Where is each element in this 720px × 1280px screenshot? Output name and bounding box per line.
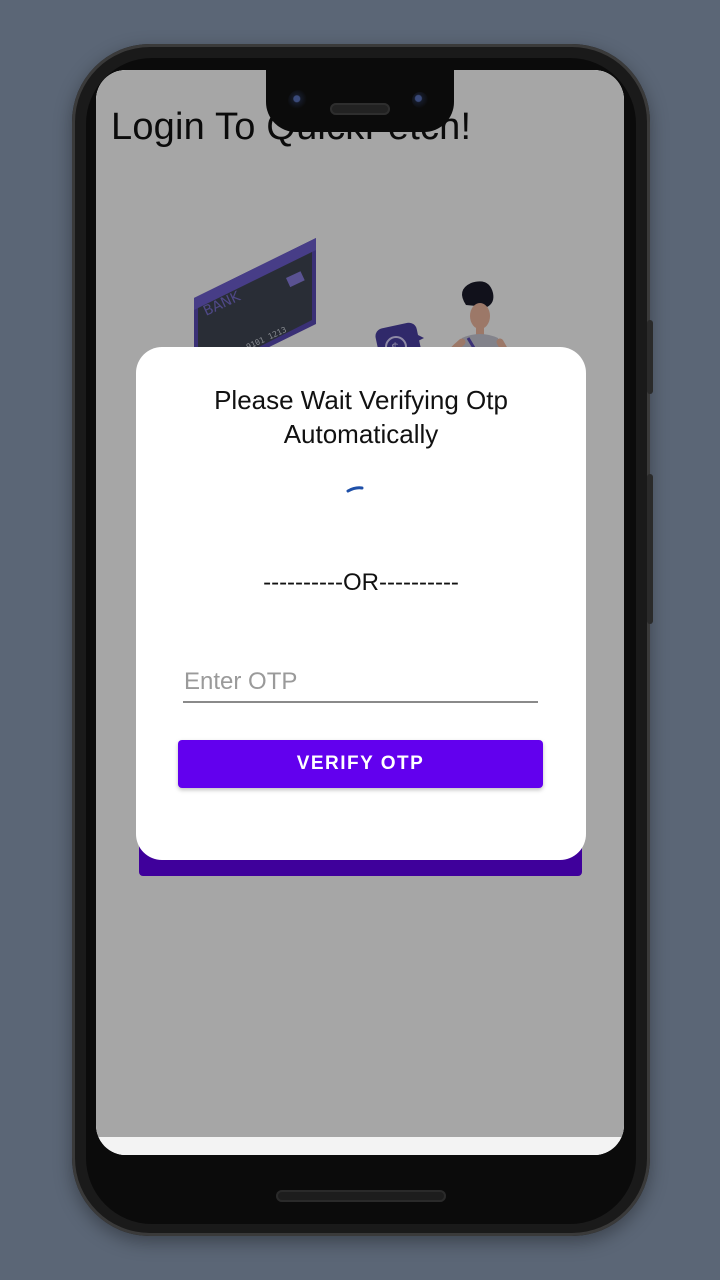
earpiece-speaker <box>330 103 390 115</box>
verifying-message: Please Wait Verifying Otp Automatically <box>214 385 508 449</box>
bottom-speaker <box>276 1190 446 1202</box>
front-sensor-icon <box>412 92 428 108</box>
verify-otp-button[interactable]: VERIFY OTP <box>178 740 543 788</box>
progress-spinner-icon <box>346 486 364 493</box>
otp-input[interactable] <box>183 663 538 703</box>
otp-dialog: Please Wait Verifying Otp Automatically … <box>136 347 586 860</box>
volume-button <box>647 474 653 624</box>
front-camera-icon <box>288 90 310 112</box>
navigation-bar <box>96 1137 624 1155</box>
power-button <box>647 320 653 394</box>
or-divider: ----------OR---------- <box>263 569 459 596</box>
